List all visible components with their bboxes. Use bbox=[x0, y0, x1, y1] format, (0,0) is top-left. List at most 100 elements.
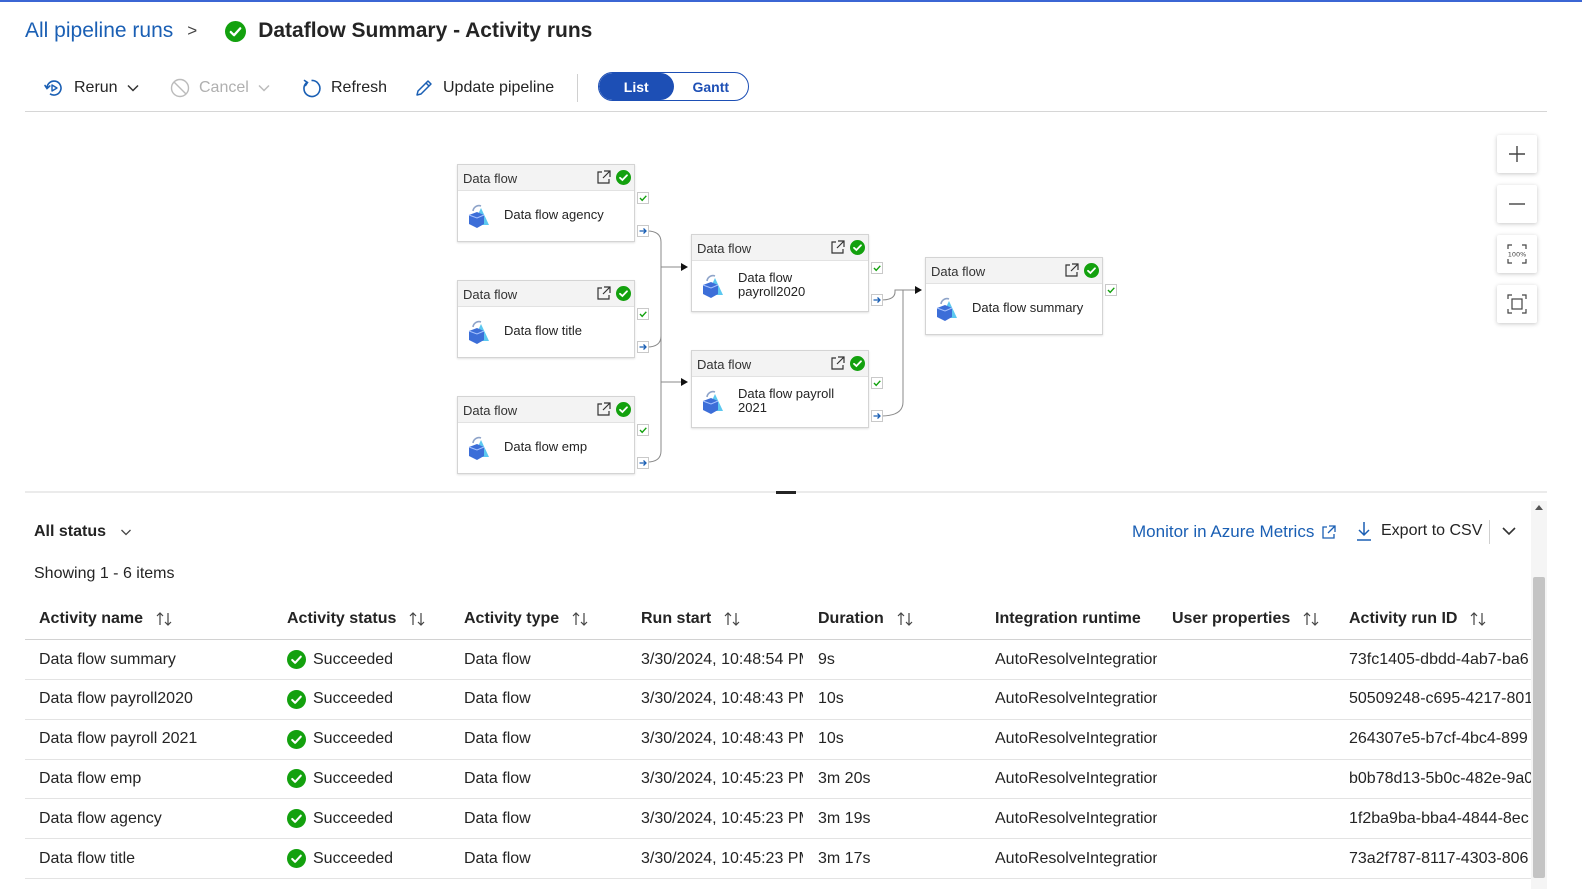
cell-run-start: 3/30/2024, 10:45:23 PM bbox=[641, 759, 803, 798]
pipeline-canvas[interactable]: Data flow Data flow agency Data flow Dat… bbox=[25, 112, 1547, 492]
fit-screen-icon bbox=[1507, 294, 1527, 314]
table-row[interactable]: Data flow summary Succeeded Data flow 3/30/… bbox=[25, 640, 1531, 680]
activity-node-payroll-2021[interactable]: Data flow Data flow payroll 2021 bbox=[691, 350, 869, 428]
cell-run-start-text: 3/30/2024, 10:48:54 PM bbox=[641, 650, 803, 668]
cell-activity-run-id: 73a2f787-8117-4303-806 bbox=[1349, 839, 1531, 878]
cell-activity-name-text[interactable]: Data flow payroll2020 bbox=[39, 690, 193, 708]
column-header-activity-status[interactable]: Activity status bbox=[287, 599, 457, 639]
cancel-button[interactable]: Cancel bbox=[170, 76, 271, 100]
scroll-thumb[interactable] bbox=[1533, 577, 1545, 878]
column-header-activity-run-id[interactable]: Activity run ID bbox=[1349, 599, 1531, 639]
update-pipeline-button[interactable]: Update pipeline bbox=[414, 76, 554, 100]
export-csv-button[interactable]: Export to CSV bbox=[1355, 519, 1482, 543]
node-completion-port[interactable] bbox=[637, 341, 649, 353]
column-header-integration-runtime[interactable]: Integration runtime bbox=[995, 599, 1165, 639]
node-type-label: Data flow bbox=[463, 403, 518, 418]
activity-node-agency[interactable]: Data flow Data flow agency bbox=[457, 164, 635, 242]
monitor-azure-metrics-link[interactable]: Monitor in Azure Metrics bbox=[1132, 521, 1337, 543]
cell-duration: 3m 20s bbox=[818, 759, 988, 798]
cell-run-start-text: 3/30/2024, 10:45:23 PM bbox=[641, 849, 803, 867]
node-completion-port[interactable] bbox=[871, 410, 883, 422]
splitter-handle[interactable] bbox=[776, 491, 796, 494]
minus-icon bbox=[1509, 203, 1525, 205]
node-success-port[interactable] bbox=[637, 192, 649, 204]
external-link-icon[interactable] bbox=[595, 401, 612, 418]
tab-list[interactable]: List bbox=[599, 73, 674, 100]
cell-activity-name-text[interactable]: Data flow title bbox=[39, 850, 135, 868]
action-divider bbox=[1489, 520, 1490, 544]
external-link-icon[interactable] bbox=[829, 355, 846, 372]
node-completion-port[interactable] bbox=[637, 457, 649, 469]
node-name: Data flow payroll2020 bbox=[738, 270, 806, 299]
external-link-icon[interactable] bbox=[829, 239, 846, 256]
node-success-port[interactable] bbox=[637, 424, 649, 436]
activity-node-title[interactable]: Data flow Data flow title bbox=[457, 280, 635, 358]
node-name: Data flow emp bbox=[504, 439, 588, 454]
dataflow-icon bbox=[702, 274, 723, 298]
external-link-icon[interactable] bbox=[595, 169, 612, 186]
cell-activity-status-text: Succeeded bbox=[313, 730, 394, 748]
cell-integration-runtime: AutoResolveIntegrationRuntime bbox=[995, 720, 1157, 759]
rerun-button[interactable]: Rerun bbox=[43, 76, 140, 100]
node-success-port[interactable] bbox=[1105, 284, 1117, 296]
node-type-label: Data flow bbox=[697, 241, 752, 256]
zoom-out-button[interactable] bbox=[1497, 185, 1537, 223]
success-check-icon bbox=[225, 20, 247, 42]
breadcrumb-all-pipeline-runs[interactable]: All pipeline runs bbox=[25, 19, 173, 43]
node-success-port[interactable] bbox=[637, 308, 649, 320]
external-link-icon[interactable] bbox=[595, 285, 612, 302]
node-success-port[interactable] bbox=[871, 377, 883, 389]
cell-activity-status-text: Succeeded bbox=[313, 809, 394, 827]
cell-activity-name-text[interactable]: Data flow agency bbox=[39, 810, 162, 828]
zoom-in-button[interactable] bbox=[1497, 135, 1537, 173]
fit-to-screen-button[interactable] bbox=[1497, 285, 1537, 323]
column-header-activity-type[interactable]: Activity type bbox=[464, 599, 634, 639]
table-row[interactable]: Data flow title Succeeded Data flow 3/30/20… bbox=[25, 839, 1531, 879]
cell-activity-name: Data flow payroll2020 bbox=[39, 680, 279, 719]
node-completion-port[interactable] bbox=[637, 225, 649, 237]
plus-icon bbox=[1509, 146, 1525, 162]
refresh-button[interactable]: Refresh bbox=[301, 76, 387, 100]
column-header-user-properties[interactable]: User properties bbox=[1172, 599, 1342, 639]
cell-activity-name-text[interactable]: Data flow payroll 2021 bbox=[39, 730, 197, 748]
activity-node-emp[interactable]: Data flow Data flow emp bbox=[457, 396, 635, 474]
column-header-activity-name[interactable]: Activity name bbox=[39, 599, 279, 639]
cell-activity-status: Succeeded bbox=[287, 680, 457, 719]
node-completion-port[interactable] bbox=[871, 294, 883, 306]
node-type-label: Data flow bbox=[463, 171, 518, 186]
cell-activity-type: Data flow bbox=[464, 720, 634, 759]
table-row[interactable]: Data flow payroll2020 Succeeded Data flow 3… bbox=[25, 680, 1531, 720]
activity-node-payroll2020[interactable]: Data flow Data flow payroll2020 bbox=[691, 234, 869, 312]
zoom-100-button[interactable]: 100% bbox=[1497, 235, 1537, 273]
activity-node-summary[interactable]: Data flow Data flow summary bbox=[925, 257, 1103, 335]
chevron-down-icon[interactable] bbox=[1500, 522, 1518, 540]
scrollbar[interactable] bbox=[1531, 501, 1547, 889]
external-link-icon[interactable] bbox=[1063, 262, 1080, 279]
column-header-label: Run start bbox=[641, 610, 712, 627]
cell-activity-name-text[interactable]: Data flow summary bbox=[39, 651, 176, 669]
table-row[interactable]: Data flow payroll 2021 Succeeded Data flow… bbox=[25, 720, 1531, 760]
column-header-run-start[interactable]: Run start bbox=[641, 599, 811, 639]
cell-integration-runtime-text: AutoResolveIntegrationRuntime bbox=[995, 769, 1157, 787]
status-filter-dropdown[interactable]: All status bbox=[34, 521, 132, 543]
table-row[interactable]: Data flow agency Succeeded Data flow 3/30/2… bbox=[25, 799, 1531, 840]
check-icon bbox=[873, 380, 881, 387]
cell-duration-text: 9s bbox=[818, 650, 835, 668]
cell-duration: 10s bbox=[818, 720, 988, 759]
cell-activity-name: Data flow summary bbox=[39, 640, 279, 679]
table-row[interactable]: Data flow emp Succeeded Data flow 3/30/2024… bbox=[25, 759, 1531, 800]
cell-activity-run-id-text: 1f2ba9ba-bba4-4844-8ec bbox=[1349, 809, 1529, 827]
cell-activity-name: Data flow title bbox=[39, 839, 279, 878]
tab-gantt[interactable]: Gantt bbox=[674, 73, 749, 100]
breadcrumb: All pipeline runs > Dataflow Summary - A… bbox=[25, 16, 592, 46]
column-header-duration[interactable]: Duration bbox=[818, 599, 988, 639]
column-header-label: Activity run ID bbox=[1349, 610, 1458, 627]
cell-duration-text: 3m 19s bbox=[818, 809, 871, 827]
cell-activity-run-id-text: 264307e5-b7cf-4bc4-899 bbox=[1349, 730, 1528, 748]
scroll-up-arrow[interactable] bbox=[1535, 505, 1543, 510]
cell-integration-runtime-text: AutoResolveIntegrationRuntime bbox=[995, 650, 1157, 668]
cell-activity-name-text[interactable]: Data flow emp bbox=[39, 770, 141, 788]
node-success-port[interactable] bbox=[871, 262, 883, 274]
cell-duration: 10s bbox=[818, 680, 988, 719]
cell-activity-status: Succeeded bbox=[287, 640, 457, 679]
